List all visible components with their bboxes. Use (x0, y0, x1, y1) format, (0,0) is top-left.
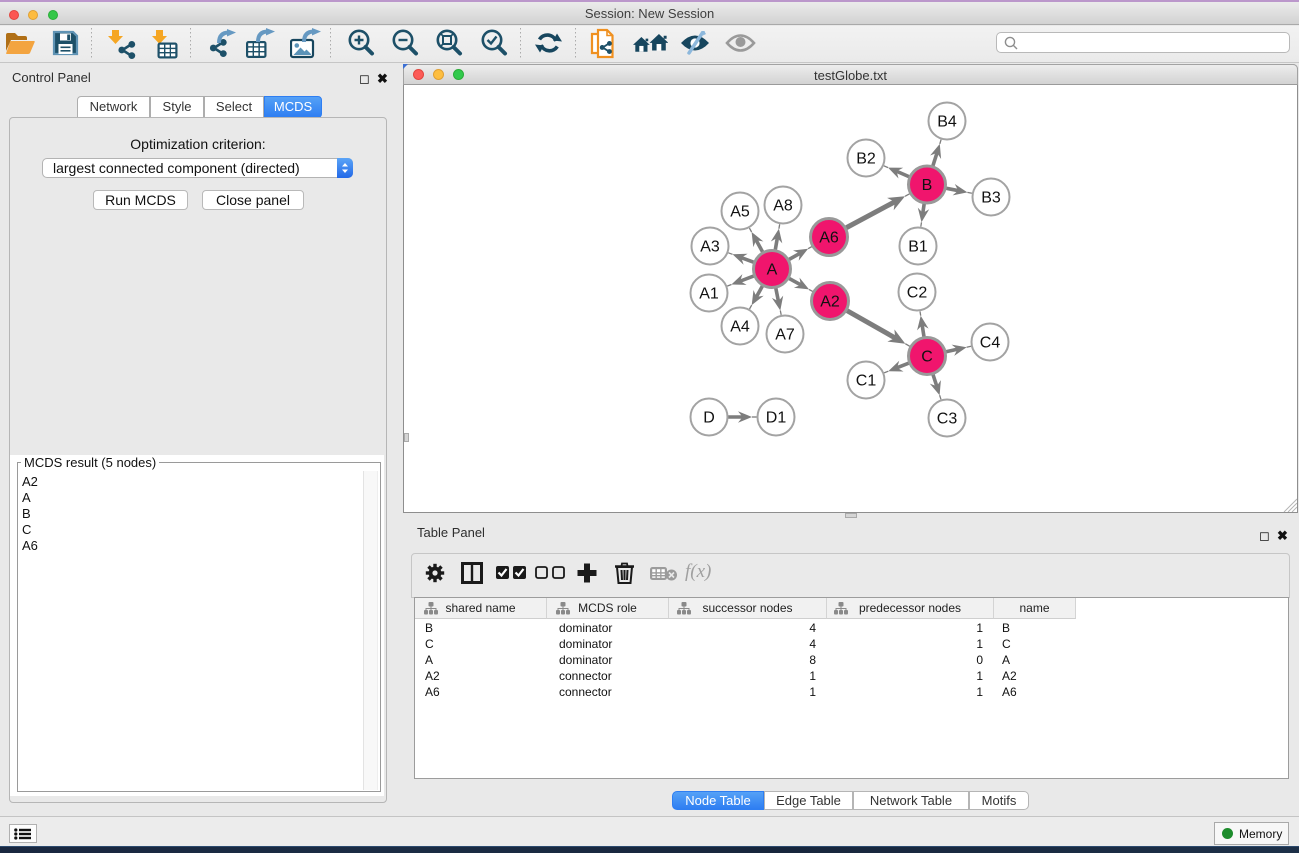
svg-text:C: C (921, 349, 933, 366)
svg-text:B3: B3 (981, 190, 1001, 207)
svg-text:A4: A4 (730, 319, 750, 336)
svg-text:C3: C3 (937, 411, 958, 428)
svg-text:B1: B1 (908, 239, 928, 256)
svg-text:A1: A1 (699, 286, 719, 303)
svg-text:B: B (922, 177, 933, 194)
svg-text:A3: A3 (700, 239, 720, 256)
svg-text:A8: A8 (773, 198, 793, 215)
svg-text:B2: B2 (856, 151, 876, 168)
svg-text:A5: A5 (730, 204, 750, 221)
svg-text:C4: C4 (980, 335, 1001, 352)
svg-text:C2: C2 (907, 285, 928, 302)
svg-text:A7: A7 (775, 327, 795, 344)
svg-text:A: A (767, 262, 778, 279)
svg-text:C1: C1 (856, 373, 877, 390)
svg-text:B4: B4 (937, 114, 957, 131)
svg-text:A2: A2 (820, 294, 840, 311)
svg-text:D: D (703, 410, 715, 427)
svg-text:D1: D1 (766, 410, 787, 427)
svg-text:A6: A6 (819, 230, 839, 247)
